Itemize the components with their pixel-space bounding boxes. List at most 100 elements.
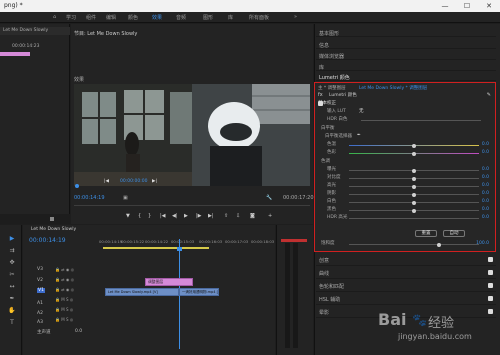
track-a1[interactable]: A1 [37,301,43,306]
play-icon[interactable]: ▶ [184,213,188,219]
hsl-section[interactable]: HSL 辅助 [316,293,496,305]
pen-icon[interactable]: ✎ [487,92,491,98]
workspace-graphics[interactable]: 图形 [203,14,213,21]
color-wheels-checkbox[interactable] [488,283,493,288]
lumetri-tab[interactable]: Lumetri 颜色 [316,73,496,81]
close-button[interactable]: ✕ [478,0,500,12]
workspace-editing[interactable]: 编辑 [106,14,116,21]
track-v2[interactable]: V2 [37,278,43,283]
reset-button[interactable]: 重置 [415,230,437,237]
program-title[interactable]: 节目: Let Me Down Slowly [74,30,137,37]
tint-slider[interactable] [412,151,416,156]
home-icon[interactable]: ⌂ [53,14,56,20]
adjustment-layer-clip[interactable]: 调整图层 [145,278,193,286]
work-area-bar[interactable] [103,247,209,249]
shadows-slider[interactable] [412,192,416,197]
next-icon[interactable]: ▶| [152,179,157,184]
blacks-slider[interactable] [412,208,416,213]
workspace-all-panels[interactable]: 所有面板 [249,14,269,21]
lock-icon[interactable]: 🔒 ⇄ ◉ ◎ [55,275,97,285]
lock-icon[interactable]: 🔒 ⇄ ◉ ◎ [55,285,97,295]
track-master[interactable]: 主声道 [37,329,51,335]
creative-checkbox[interactable] [488,257,493,262]
curves-checkbox[interactable] [488,270,493,275]
video-clip-1[interactable]: Let Me Down Slowly.mp4 [V] [105,288,179,296]
zoom-fit-icon[interactable]: ▣ [123,195,128,201]
fx-icon[interactable]: fx [318,92,323,98]
color-wheels-section[interactable]: 色轮和匹配 [316,280,496,292]
slip-tool-icon[interactable]: ↔ [8,283,16,291]
scroll-handle-icon[interactable] [50,217,54,221]
track-select-icon[interactable]: ⇉ [8,247,16,255]
panel-media-browser[interactable]: 媒体浏览器 [316,51,496,60]
auto-button[interactable]: 自动 [443,230,465,237]
mark-out-icon[interactable]: } [148,213,151,219]
workspace-color[interactable]: 颜色 [128,14,138,21]
ripple-edit-icon[interactable]: ✥ [8,259,16,267]
shadows-row: 阴影 0.0 [327,191,489,197]
scrub-handle-icon[interactable] [75,184,79,188]
workspace-effects[interactable]: 效果 [152,14,162,21]
temperature-slider[interactable] [412,143,416,148]
saturation-slider[interactable] [437,242,441,247]
button-editor-icon[interactable]: + [268,213,272,219]
timeline-ruler[interactable]: 00:00:14:19 00:00:15:22 00:00:14:22 00:0… [99,239,275,247]
video-clip-2[interactable]: 一滴好用透明物.mp4 [V] [179,288,219,296]
workspace-assembly[interactable]: 组件 [86,14,96,21]
creative-section[interactable]: 创意 [316,254,496,266]
panel-libraries[interactable]: 库 [316,62,496,71]
lock-icon[interactable]: 🔒 ⇄ ◉ ◎ [55,265,97,275]
maximize-button[interactable]: ☐ [456,0,478,12]
panel-essential-graphics[interactable]: 基本图形 [316,28,496,37]
type-tool-icon[interactable]: T [8,319,16,327]
go-to-in-icon[interactable]: |◀ [160,213,166,219]
camera-icon[interactable]: ◙ [250,213,255,219]
video-canvas[interactable]: |◀ 00:00:00:00 ▶| [74,84,310,186]
timeline-timecode[interactable]: 00:00:14:19 [29,237,66,244]
master-level[interactable]: 0.0 [75,329,82,334]
minimize-button[interactable]: — [434,0,456,12]
mark-in-icon[interactable]: { [138,213,141,219]
mute-icon[interactable]: 🔒 M S ◎ [55,295,97,305]
highlights-slider[interactable] [412,184,416,189]
program-current-timecode[interactable]: 00:00:14:19 [74,195,105,201]
marker-icon[interactable]: ▼ [126,213,130,219]
step-forward-icon[interactable]: |▶ [196,213,202,219]
razor-icon[interactable]: ✂ [8,271,16,279]
track-v3[interactable]: V3 [37,267,43,272]
panel-info[interactable]: 信息 [316,40,496,49]
saturation-row: 饱和度 100.0 [321,241,489,247]
more-workspaces-icon[interactable]: » [294,14,297,20]
extract-icon[interactable]: ⇩ [236,213,240,219]
playhead-handle-icon[interactable] [177,247,182,251]
hsl-checkbox[interactable] [488,296,493,301]
mute-icon[interactable]: 🔒 M S ◎ [55,315,97,325]
contrast-slider[interactable] [412,176,416,181]
selection-tool-icon[interactable]: ▶ [8,235,16,243]
whites-slider[interactable] [412,200,416,205]
hand-tool-icon[interactable]: ✋ [8,307,16,315]
step-back-icon[interactable]: ◀| [172,213,178,219]
exposure-slider[interactable] [412,168,416,173]
workspace-audio[interactable]: 音频 [176,14,186,21]
track-v1[interactable]: V1 [37,288,45,293]
crumb-master[interactable]: 主 * 调整图层 [318,85,346,91]
mute-icon[interactable]: 🔒 M S ◎ [55,305,97,315]
source-tab[interactable]: Let Me Down Slowly [0,27,70,35]
track-a2[interactable]: A2 [37,311,43,316]
workspace-learn[interactable]: 学习 [66,14,76,21]
curves-section[interactable]: 曲线 [316,267,496,279]
timeline-tab[interactable]: Let Me Down Slowly [31,227,76,232]
input-lut-select[interactable]: 无 [359,108,364,114]
crumb-clip[interactable]: Let Me Down Slowly * 调整图层 [359,85,427,91]
eyedropper-icon[interactable]: ✒ [357,133,361,138]
lift-icon[interactable]: ⇪ [224,213,228,219]
pen-tool-icon[interactable]: ✒ [8,295,16,303]
wrench-icon[interactable]: 🔧 [266,195,272,201]
workspace-libraries[interactable]: 库 [228,14,233,21]
prev-icon[interactable]: |◀ [104,179,109,184]
go-to-out-icon[interactable]: ▶| [208,213,214,219]
contrast-row: 对比度 0.0 [327,175,489,181]
track-a3[interactable]: A3 [37,320,43,325]
basic-correction-label[interactable]: 基本校正 [318,100,336,106]
